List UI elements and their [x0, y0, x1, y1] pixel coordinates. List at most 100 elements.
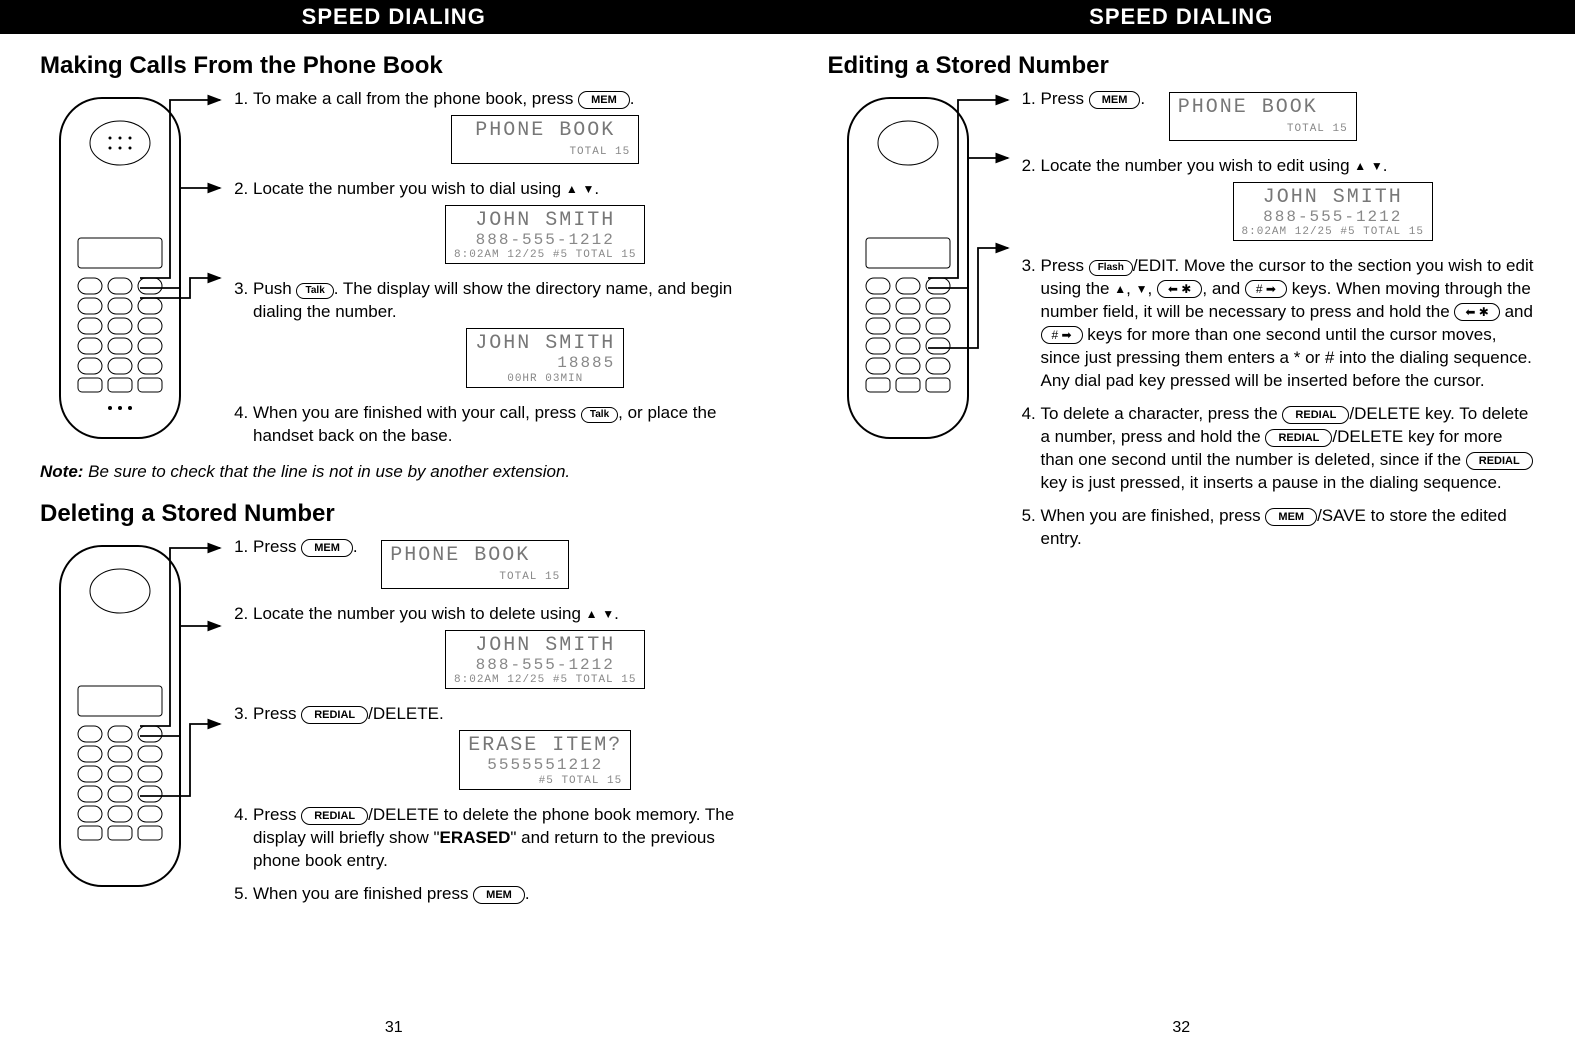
step-text: Press — [253, 704, 301, 723]
step-text: Press — [253, 537, 301, 556]
mem-key: MEM — [1265, 508, 1317, 526]
lcd-line: ERASE ITEM? — [468, 735, 622, 757]
step-text: To make a call from the phone book, pres… — [253, 89, 578, 108]
section-title-deleting: Deleting a Stored Number — [40, 500, 748, 528]
step: Locate the number you wish to dial using… — [253, 178, 748, 269]
lcd-line: JOHN SMITH — [1242, 187, 1424, 209]
page-number: 32 — [788, 1019, 1575, 1037]
step: Press MEM. PHONE BOOK TOTAL 15 — [1041, 88, 1536, 145]
step-text: , and — [1202, 279, 1245, 298]
step: To delete a character, press the REDIAL/… — [1041, 403, 1536, 495]
steps-deleting: Press MEM. PHONE BOOK TOTAL 15 Locate th… — [215, 536, 748, 906]
note-text: Be sure to check that the line is not in… — [83, 462, 570, 481]
step-text: When you are finished press — [253, 884, 473, 903]
step-text: Press — [1041, 256, 1089, 275]
up-arrow-icon: ▲ — [1114, 283, 1126, 295]
redial-key: REDIAL — [1282, 406, 1349, 424]
lcd-display: PHONE BOOK TOTAL 15 — [451, 115, 639, 164]
up-arrow-icon: ▲ — [1354, 160, 1366, 172]
handset-illustration — [828, 88, 988, 448]
mem-key: MEM — [473, 886, 525, 904]
talk-key: Talk — [581, 407, 618, 423]
erased-text: ERASED — [440, 828, 511, 847]
lcd-line: 8:02AM 12/25 #5 TOTAL 15 — [454, 674, 636, 686]
step-text: Locate the number you wish to dial using — [253, 179, 566, 198]
step: Locate the number you wish to edit using… — [1041, 155, 1536, 246]
lcd-line: 888-555-1212 — [454, 232, 636, 250]
lcd-display: JOHN SMITH 888-555-1212 8:02AM 12/25 #5 … — [1233, 182, 1433, 242]
lcd-line: JOHN SMITH — [475, 333, 615, 355]
right-page: SPEED DIALING Editing a Stored Number — [788, 0, 1575, 1045]
redial-key: REDIAL — [301, 807, 368, 825]
step-text: . — [630, 89, 635, 108]
down-arrow-icon: ▼ — [602, 608, 614, 620]
lcd-line: TOTAL 15 — [390, 571, 560, 583]
handset-illustration — [40, 88, 200, 448]
step-text: Locate the number you wish to edit using — [1041, 156, 1355, 175]
hash-right-key: # ➡ — [1245, 280, 1287, 298]
step-text: Locate the number you wish to delete usi… — [253, 604, 586, 623]
step-text: . — [1383, 156, 1388, 175]
step-text: Push — [253, 279, 296, 298]
left-star-key: ⬅ ✱ — [1454, 303, 1499, 321]
lcd-line: 5555551212 — [468, 757, 622, 775]
step-text: , — [1126, 279, 1135, 298]
step: Press Flash/EDIT. Move the cursor to the… — [1041, 255, 1536, 393]
step-text: keys for more than one second until the … — [1041, 325, 1532, 390]
talk-key: Talk — [296, 283, 333, 299]
lcd-line: PHONE BOOK — [1178, 96, 1318, 119]
step-text: . — [353, 537, 358, 556]
lcd-line: PHONE BOOK — [390, 544, 530, 567]
banner-left: SPEED DIALING — [0, 0, 788, 34]
lcd-display: JOHN SMITH 888-555-1212 8:02AM 12/25 #5 … — [445, 630, 645, 690]
step-text: When you are finished, press — [1041, 506, 1266, 525]
note: Note: Be sure to check that the line is … — [40, 462, 748, 482]
mem-key: MEM — [578, 91, 630, 109]
up-arrow-icon: ▲ — [586, 608, 598, 620]
mem-key: MEM — [301, 539, 353, 557]
section-title-editing: Editing a Stored Number — [828, 52, 1536, 80]
note-label: Note: — [40, 462, 83, 481]
step: When you are finished with your call, pr… — [253, 402, 748, 448]
down-arrow-icon: ▼ — [1371, 160, 1383, 172]
step: When you are finished, press MEM/SAVE to… — [1041, 505, 1536, 551]
lcd-line: JOHN SMITH — [454, 210, 636, 232]
step-text: /DELETE. — [368, 704, 444, 723]
banner-right: SPEED DIALING — [788, 0, 1575, 34]
mem-key: MEM — [1089, 91, 1141, 109]
step-text: . — [1140, 89, 1145, 108]
flash-key: Flash — [1089, 260, 1133, 276]
step-text: , — [1147, 279, 1156, 298]
up-arrow-icon: ▲ — [566, 183, 578, 195]
step-text: Press — [1041, 89, 1089, 108]
steps-editing: Press MEM. PHONE BOOK TOTAL 15 Locate th… — [1003, 88, 1536, 551]
step: Press REDIAL/DELETE to delete the phone … — [253, 804, 748, 873]
steps-making-calls: To make a call from the phone book, pres… — [215, 88, 748, 448]
hash-right-key: # ➡ — [1041, 326, 1083, 344]
down-arrow-icon: ▼ — [1136, 283, 1148, 295]
lcd-line: 00HR 03MIN — [475, 373, 615, 385]
lcd-line: 8:02AM 12/25 #5 TOTAL 15 — [1242, 226, 1424, 238]
step: Locate the number you wish to delete usi… — [253, 603, 748, 694]
left-star-key: ⬅ ✱ — [1157, 280, 1202, 298]
lcd-display: PHONE BOOK TOTAL 15 — [381, 540, 569, 589]
step-text: To delete a character, press the — [1041, 404, 1283, 423]
lcd-line: TOTAL 15 — [460, 146, 630, 158]
step-text: key is just pressed, it inserts a pause … — [1041, 473, 1502, 492]
lcd-line: 888-555-1212 — [454, 657, 636, 675]
handset-illustration — [40, 536, 200, 896]
step: When you are finished press MEM. — [253, 883, 748, 906]
step-text: When you are finished with your call, pr… — [253, 403, 581, 422]
lcd-display: PHONE BOOK TOTAL 15 — [1169, 92, 1357, 141]
page-number: 31 — [0, 1019, 788, 1037]
lcd-display: JOHN SMITH 888-555-1212 8:02AM 12/25 #5 … — [445, 205, 645, 265]
down-arrow-icon: ▼ — [582, 183, 594, 195]
step: To make a call from the phone book, pres… — [253, 88, 748, 168]
lcd-line: PHONE BOOK — [460, 120, 630, 142]
lcd-line: 8:02AM 12/25 #5 TOTAL 15 — [454, 249, 636, 261]
step: Press MEM. PHONE BOOK TOTAL 15 — [253, 536, 748, 593]
redial-key: REDIAL — [1265, 429, 1332, 447]
step-text: . — [594, 179, 599, 198]
step-text: . — [614, 604, 619, 623]
lcd-line: JOHN SMITH — [454, 635, 636, 657]
